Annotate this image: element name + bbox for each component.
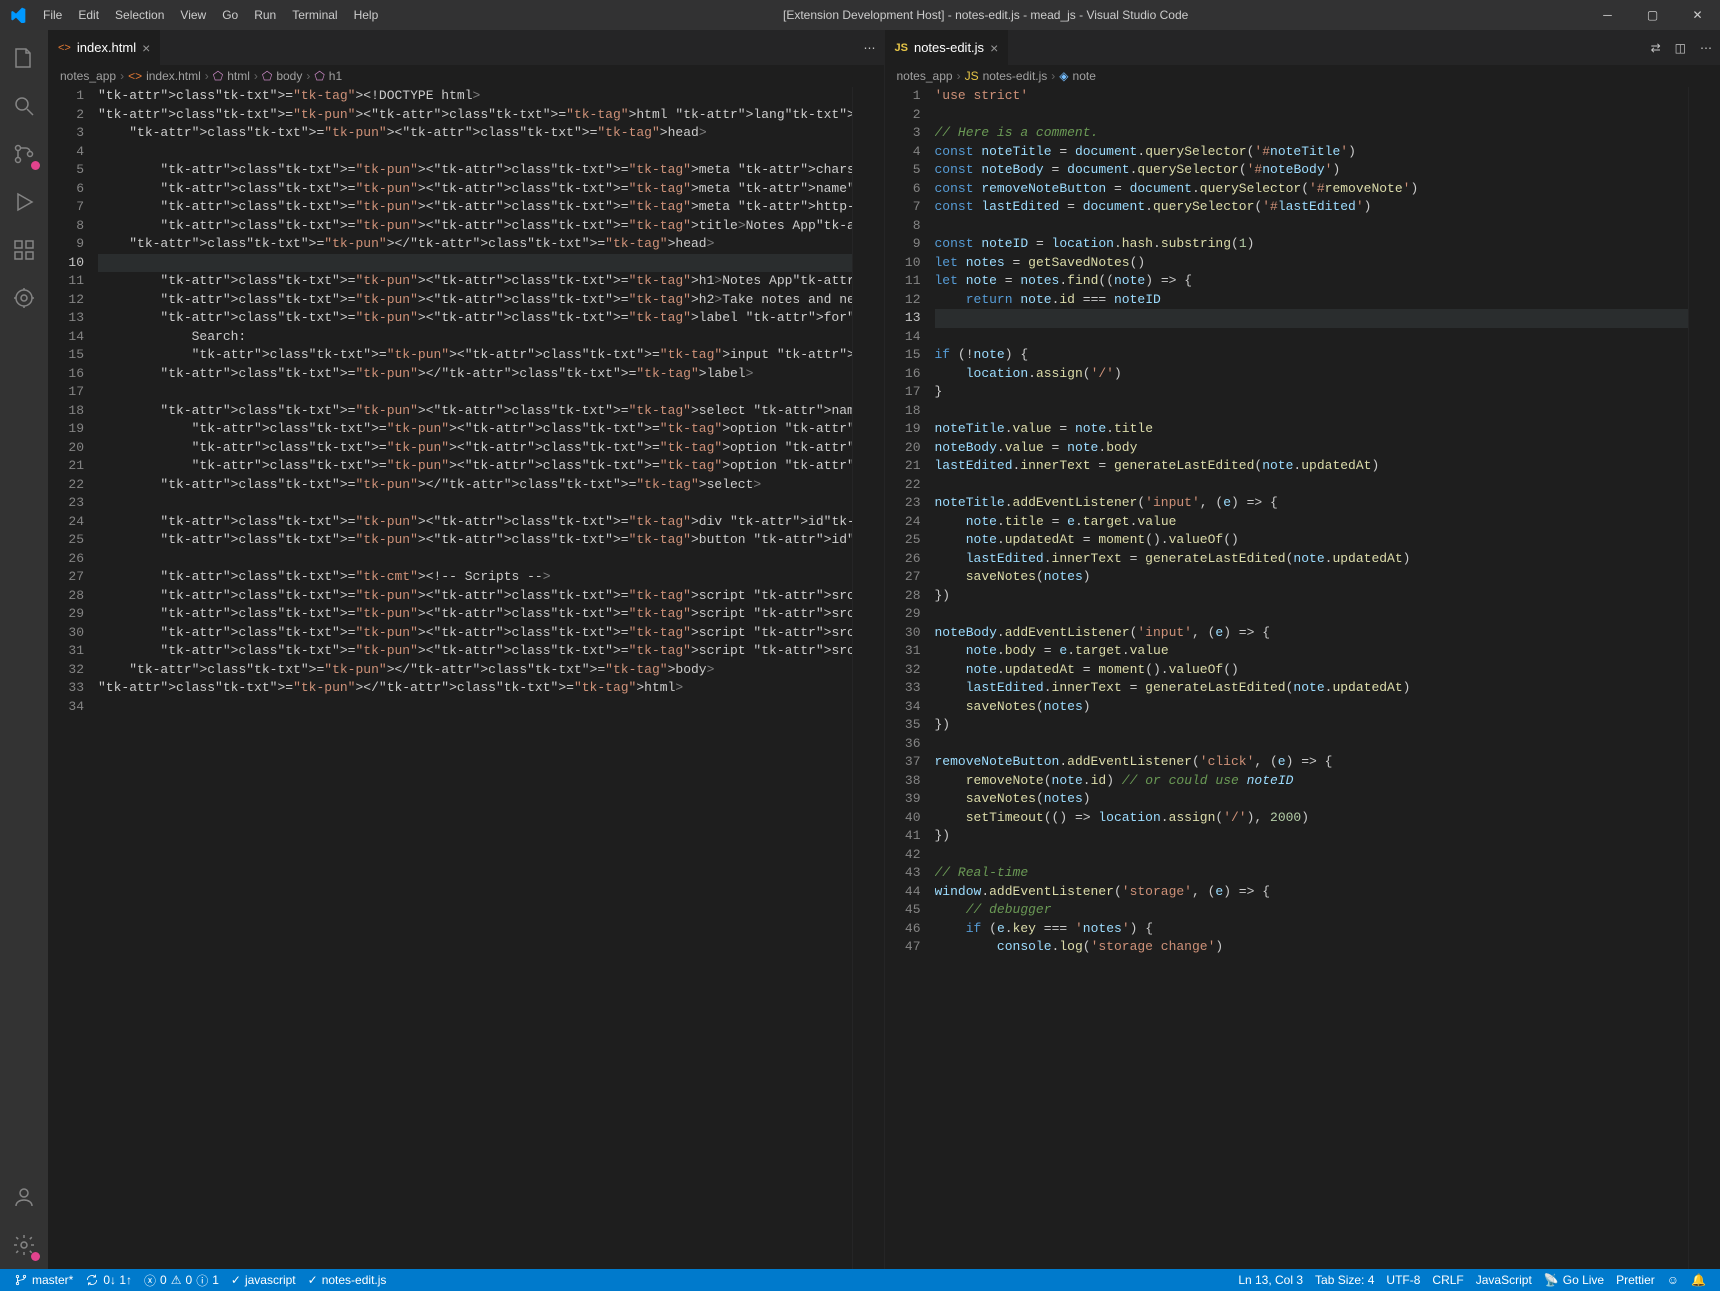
code-editor-right[interactable]: 1234567891011121314151617181920212223242… <box>885 87 1720 1269</box>
breadcrumb-item[interactable]: notes-edit.js <box>983 69 1048 83</box>
menu-run[interactable]: Run <box>246 0 284 30</box>
title-bar: File Edit Selection View Go Run Terminal… <box>0 0 1720 30</box>
status-file-eslint[interactable]: ✓notes-edit.js <box>302 1273 393 1287</box>
html-file-icon: <> <box>58 42 71 54</box>
maximize-button[interactable]: ▢ <box>1630 0 1675 30</box>
menu-go[interactable]: Go <box>214 0 246 30</box>
menu-selection[interactable]: Selection <box>107 0 172 30</box>
status-bar: master* 0↓ 1↑ ⓧ0 ⚠0 ⓘ1 ✓javascript ✓note… <box>0 1269 1720 1291</box>
close-icon[interactable]: × <box>990 40 998 56</box>
explorer-icon[interactable] <box>0 34 48 82</box>
window-controls: ─ ▢ ✕ <box>1585 0 1720 30</box>
breadcrumb-item[interactable]: body <box>276 69 302 83</box>
tab-label: index.html <box>77 40 136 55</box>
menu-edit[interactable]: Edit <box>70 0 107 30</box>
breadcrumb-item[interactable]: h1 <box>329 69 342 83</box>
close-icon[interactable]: × <box>142 40 150 56</box>
status-eslint[interactable]: ✓javascript <box>225 1273 302 1287</box>
breadcrumbs-left[interactable]: notes_app› <> index.html› ⬠ html› ⬠ body… <box>48 65 884 87</box>
accounts-icon[interactable] <box>0 1173 48 1221</box>
window-title: [Extension Development Host] - notes-edi… <box>386 8 1585 22</box>
status-language[interactable]: JavaScript <box>1470 1273 1538 1287</box>
status-prettier[interactable]: Prettier <box>1610 1273 1661 1287</box>
menu-terminal[interactable]: Terminal <box>284 0 345 30</box>
symbol-icon: ⬠ <box>314 69 324 83</box>
code-content[interactable]: 'use strict' // Here is a comment.const … <box>935 87 1689 1269</box>
activity-bar <box>0 30 48 1269</box>
tabs-left: <> index.html × ⋯ <box>48 30 884 65</box>
tabs-right: JS notes-edit.js × ⇄ ◫ ⋯ <box>885 30 1720 65</box>
line-gutter: 1234567891011121314151617181920212223242… <box>48 87 98 1269</box>
more-actions-icon[interactable]: ⋯ <box>864 41 876 55</box>
breadcrumb-item[interactable]: html <box>227 69 250 83</box>
status-branch[interactable]: master* <box>8 1273 79 1287</box>
vscode-logo-icon <box>0 7 35 23</box>
line-gutter: 1234567891011121314151617181920212223242… <box>885 87 935 1269</box>
status-encoding[interactable]: UTF-8 <box>1380 1273 1426 1287</box>
search-icon[interactable] <box>0 82 48 130</box>
settings-gear-icon[interactable] <box>0 1221 48 1269</box>
breadcrumb-item[interactable]: note <box>1073 69 1096 83</box>
breadcrumb-item[interactable]: notes_app <box>897 69 953 83</box>
minimap[interactable] <box>852 87 884 1269</box>
menu-bar: File Edit Selection View Go Run Terminal… <box>35 0 386 30</box>
js-file-icon: JS <box>895 42 908 54</box>
status-bell-icon[interactable]: 🔔 <box>1685 1273 1712 1287</box>
status-eol[interactable]: CRLF <box>1426 1273 1469 1287</box>
breadcrumb-item[interactable]: index.html <box>146 69 201 83</box>
run-debug-icon[interactable] <box>0 178 48 226</box>
tab-notes-edit-js[interactable]: JS notes-edit.js × <box>885 30 1010 65</box>
status-problems[interactable]: ⓧ0 ⚠0 ⓘ1 <box>138 1272 225 1289</box>
minimize-button[interactable]: ─ <box>1585 0 1630 30</box>
breadcrumb-item[interactable]: notes_app <box>60 69 116 83</box>
split-editor-icon[interactable]: ◫ <box>1675 41 1686 55</box>
editor-pane-left: <> index.html × ⋯ notes_app› <> index.ht… <box>48 30 885 1269</box>
symbol-icon: ⬠ <box>262 69 272 83</box>
scm-badge <box>31 161 40 170</box>
minimap[interactable] <box>1688 87 1720 1269</box>
menu-file[interactable]: File <box>35 0 70 30</box>
close-button[interactable]: ✕ <box>1675 0 1720 30</box>
status-feedback-icon[interactable]: ☺ <box>1661 1273 1685 1287</box>
tab-index-html[interactable]: <> index.html × <box>48 30 161 65</box>
settings-badge <box>31 1252 40 1261</box>
js-file-icon: JS <box>965 69 979 83</box>
status-tab-size[interactable]: Tab Size: 4 <box>1309 1273 1380 1287</box>
breadcrumbs-right[interactable]: notes_app› JS notes-edit.js› ◈ note <box>885 65 1720 87</box>
code-editor-left[interactable]: 1234567891011121314151617181920212223242… <box>48 87 884 1269</box>
html-file-icon: <> <box>128 69 142 83</box>
menu-help[interactable]: Help <box>346 0 387 30</box>
status-go-live[interactable]: 📡Go Live <box>1538 1273 1610 1287</box>
editor-area: <> index.html × ⋯ notes_app› <> index.ht… <box>48 30 1720 1269</box>
code-content[interactable]: "tk-attr">class"tk-txt">="tk-tag"><!DOCT… <box>98 87 852 1269</box>
status-cursor-position[interactable]: Ln 13, Col 3 <box>1232 1273 1309 1287</box>
menu-view[interactable]: View <box>172 0 214 30</box>
toggle-changes-icon[interactable]: ⇄ <box>1651 41 1661 55</box>
gitlens-icon[interactable] <box>0 274 48 322</box>
symbol-icon: ⬠ <box>213 69 223 83</box>
more-actions-icon[interactable]: ⋯ <box>1700 41 1712 55</box>
tab-label: notes-edit.js <box>914 40 984 55</box>
symbol-icon: ◈ <box>1059 69 1068 83</box>
editor-pane-right: JS notes-edit.js × ⇄ ◫ ⋯ notes_app› JS n… <box>885 30 1720 1269</box>
status-sync[interactable]: 0↓ 1↑ <box>79 1273 138 1287</box>
extensions-icon[interactable] <box>0 226 48 274</box>
source-control-icon[interactable] <box>0 130 48 178</box>
